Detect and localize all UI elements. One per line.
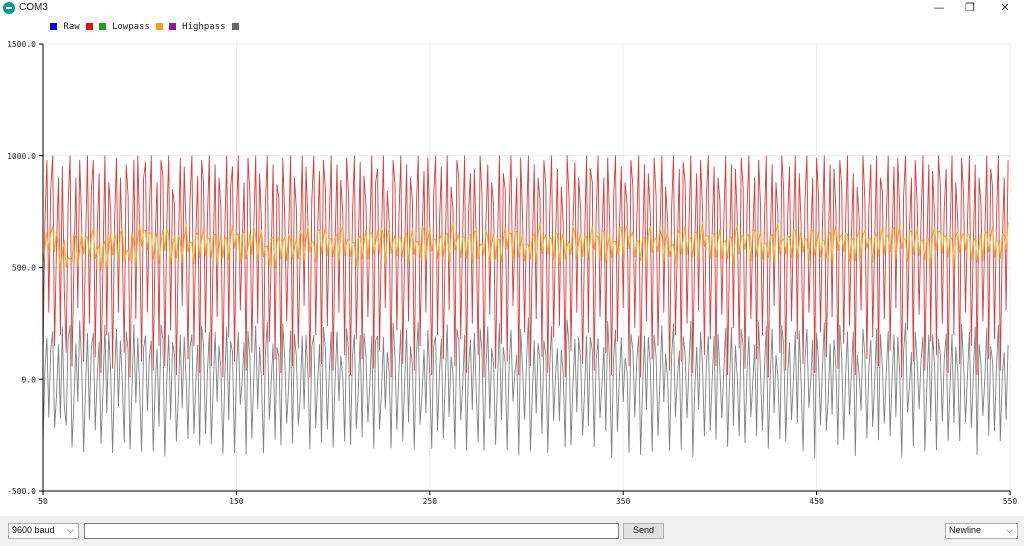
y-tick-label: 0.0 (22, 375, 37, 384)
serial-plotter-toolbar: 9600 baud ⌵ Send Newline ⌵ (0, 516, 1024, 546)
x-tick-label: 250 (423, 497, 438, 506)
baud-rate-select[interactable]: 9600 baud ⌵ (8, 523, 79, 539)
window-title: COM3 (19, 2, 48, 13)
y-tick-label: -500.0 (7, 487, 36, 496)
chevron-down-icon: ⌵ (67, 525, 74, 535)
arduino-icon (3, 2, 15, 14)
line-ending-value: Newline (949, 525, 982, 535)
x-tick-label: 150 (229, 497, 244, 506)
y-tick-label: 500.0 (12, 264, 36, 273)
send-button[interactable]: Send (623, 523, 664, 539)
y-tick-label: 1500.0 (7, 40, 36, 49)
plot-area: 1500.0 1000.0 500.0 0.0 -500.050 150 250 350 450… (7, 40, 1018, 506)
series-line-lowpass (42, 155, 1009, 378)
chevron-down-icon: ⌵ (1006, 525, 1013, 535)
minimize-button[interactable]: — (922, 0, 956, 17)
title-bar: COM3 — ❐ ✕ (0, 0, 1024, 17)
line-ending-select[interactable]: Newline ⌵ (945, 523, 1018, 539)
baud-rate-value: 9600 baud (12, 525, 55, 535)
message-input[interactable] (84, 523, 619, 539)
y-tick-label: 1000.0 (7, 152, 36, 161)
x-tick-label: 50 (38, 497, 48, 506)
series-lines (42, 155, 1009, 458)
maximize-button[interactable]: ❐ (953, 0, 987, 17)
x-tick-label: 550 (1003, 497, 1018, 506)
close-button[interactable]: ✕ (988, 0, 1022, 17)
x-tick-label: 350 (616, 497, 631, 506)
x-tick-label: 450 (809, 497, 824, 506)
